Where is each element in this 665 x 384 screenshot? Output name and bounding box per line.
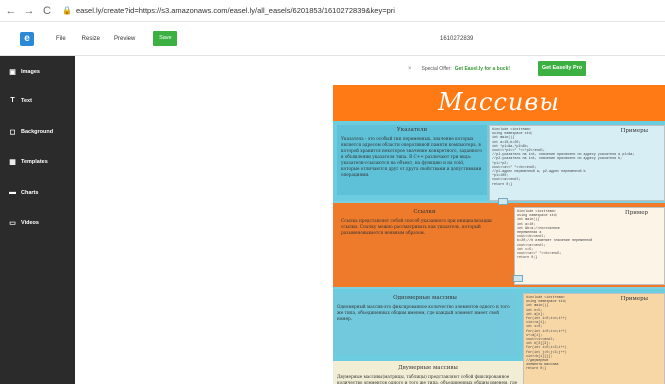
text-block-1d-arrays[interactable]: Одномерные массивы Одномерный массив-это… <box>333 293 517 355</box>
poster-banner[interactable]: Массивы <box>333 85 665 121</box>
code-heading: Примеры <box>620 128 648 134</box>
card-text: Указатель - это особый тип переменных, з… <box>341 136 482 177</box>
document-id: 1610272839 <box>440 35 474 42</box>
card-heading: Указатели <box>396 127 428 133</box>
offer-text: Special Offer: <box>421 66 452 72</box>
close-offer-icon[interactable]: × <box>408 66 412 72</box>
special-offer: × Special Offer: Get Easel.ly for a buck… <box>408 62 510 76</box>
offer-link[interactable]: Get Easel.ly for a buck! <box>455 66 510 72</box>
text-icon: T <box>10 97 15 104</box>
background-icon: ◻ <box>9 129 16 136</box>
code-text: #include <iostream> using namespace std;… <box>526 296 567 372</box>
charts-icon: ▬ <box>9 189 16 196</box>
text-block-2d-arrays[interactable]: Двумерные массивы Двумерные массивы(матр… <box>333 363 523 384</box>
card-text: Двумерные массивы(матрицы, таблицы) пред… <box>337 374 518 384</box>
sidebar-item-videos[interactable]: ▭ Videos <box>8 219 39 227</box>
code-block[interactable]: Примеры #include <iostream> using namesp… <box>523 293 665 384</box>
back-icon[interactable]: ← <box>4 5 18 17</box>
card-heading: Двумерные массивы <box>398 365 458 371</box>
poster-title[interactable]: Массивы <box>333 88 665 116</box>
browser-bar: ← → C 🔒 easel.ly/create?id=https://s3.am… <box>0 0 665 22</box>
easelly-logo[interactable]: e <box>20 31 34 46</box>
forward-icon[interactable]: → <box>22 5 36 17</box>
save-button[interactable]: Save <box>153 31 178 46</box>
preview-button[interactable]: Preview <box>114 36 135 42</box>
text-block-references[interactable]: Ссылки Ссылка представляет собой способ … <box>337 207 512 283</box>
sidebar: ▣ Images T Text ◻ Background ▦ Templates ▬ Ch… <box>0 56 75 384</box>
code-text: #include <iostream> using namespace std;… <box>517 210 593 261</box>
videos-icon: ▭ <box>9 220 16 227</box>
infographic-poster[interactable]: Массивы Указатели Указатель - это особый… <box>333 85 665 384</box>
sidebar-item-label: Background <box>21 129 54 135</box>
sidebar-item-label: Charts <box>21 189 39 196</box>
card-heading: Одномерные массивы <box>393 295 457 301</box>
resize-menu[interactable]: Resize <box>82 36 100 42</box>
file-menu[interactable]: File <box>56 36 66 42</box>
code-block[interactable]: Примеры #include <iostream> using namesp… <box>489 125 665 201</box>
sidebar-item-text[interactable]: T Text <box>8 97 32 104</box>
get-easelly-pro-button[interactable]: Get Easelly Pro <box>538 61 586 76</box>
editor-toolbar: e File Resize Preview Save 1610272839 <box>0 22 665 56</box>
code-heading: Примеры <box>620 296 648 302</box>
reload-icon[interactable]: C <box>40 5 54 17</box>
code-block[interactable]: Пример #include <iostream> using namespa… <box>514 207 665 285</box>
resize-handle[interactable] <box>513 275 523 282</box>
sidebar-item-charts[interactable]: ▬ Charts <box>8 189 38 196</box>
code-heading: Пример <box>624 210 648 216</box>
card-text: Одномерный массив-это фиксированное коли… <box>337 304 510 321</box>
sidebar-item-background[interactable]: ◻ Background <box>8 128 54 136</box>
sidebar-item-label: Videos <box>21 220 39 226</box>
sidebar-item-label: Images <box>21 69 40 75</box>
text-block-pointers[interactable]: Указатели Указатель - это особый тип пер… <box>337 125 487 195</box>
resize-handle[interactable] <box>498 198 508 205</box>
card-text: Ссылка представляет собой способ указанн… <box>341 218 492 235</box>
templates-icon: ▦ <box>9 159 16 166</box>
sidebar-item-label: Templates <box>21 159 48 165</box>
lock-icon: 🔒 <box>62 6 72 15</box>
address-bar[interactable]: easel.ly/create?id=https://s3.amazonaws.… <box>76 6 395 15</box>
card-heading: Ссылки <box>413 209 436 215</box>
sidebar-item-label: Text <box>21 97 32 104</box>
sidebar-item-templates[interactable]: ▦ Templates <box>8 158 48 166</box>
code-text: #include <iostream> using namespace std;… <box>492 128 635 187</box>
sidebar-item-images[interactable]: ▣ Images <box>8 68 40 76</box>
images-icon: ▣ <box>9 69 16 76</box>
